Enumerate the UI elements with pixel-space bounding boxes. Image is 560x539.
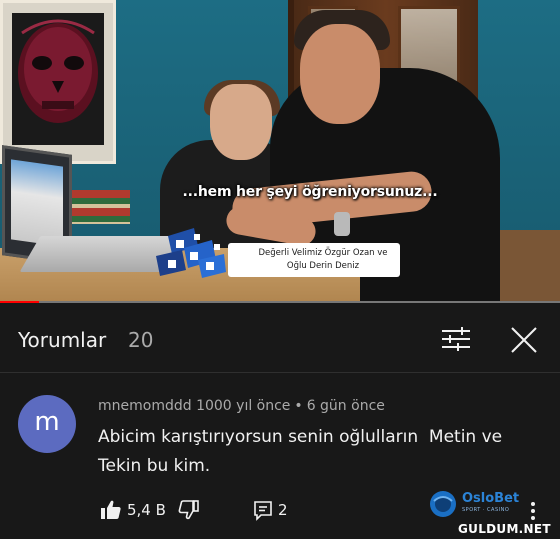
brand-name: OsloBet — [462, 491, 520, 506]
comment-meta: mnemomddd 1000 yıl önce • 6 gün önce — [98, 398, 385, 414]
dislike-button[interactable] — [178, 499, 200, 521]
comment-time: 6 gün önce — [306, 398, 385, 414]
meta-separator: • — [294, 398, 303, 414]
close-icon — [511, 327, 537, 353]
boy-head — [210, 84, 272, 160]
sliders-icon — [442, 327, 470, 351]
video-subtitle: ...hem her şeyi öğreniyorsunuz... — [182, 184, 438, 200]
comments-count: 20 — [128, 328, 154, 352]
comment-author[interactable]: mnemomddd 1000 yıl önce — [98, 398, 290, 414]
man-head — [300, 24, 380, 124]
comment-text: Abicim karıştırıyorsun senin oğlulların … — [98, 427, 508, 476]
reply-count: 2 — [278, 501, 288, 519]
comments-header: Yorumlar 20 — [0, 303, 560, 373]
wall-poster — [0, 0, 116, 164]
thumbs-down-icon — [178, 500, 199, 520]
avatar[interactable]: m — [18, 395, 76, 453]
brand-watermark: OsloBet SPORT · CASINO — [428, 489, 528, 519]
brand-logo-icon — [430, 491, 456, 517]
sort-filter-button[interactable] — [436, 323, 476, 355]
school-logo-icon — [156, 228, 226, 278]
lower-third: Değerli Velimiz Özgür Ozan ve Oğlu Derin… — [150, 224, 410, 278]
laptop-display — [11, 159, 63, 247]
thumbs-up-icon — [101, 500, 121, 519]
video-player[interactable]: ...hem her şeyi öğreniyorsunuz... Değerl… — [0, 0, 560, 303]
like-count: 5,4 B — [127, 501, 166, 519]
reply-button[interactable] — [252, 500, 274, 522]
caption-line-1: Değerli Velimiz Özgür Ozan ve — [258, 248, 388, 258]
brand-tagline: SPORT · CASINO — [462, 507, 510, 513]
skull-art-image — [12, 13, 104, 145]
chair — [498, 230, 560, 303]
site-watermark: GULDUM.NET — [458, 522, 551, 536]
comments-title: Yorumlar — [18, 328, 107, 352]
close-button[interactable] — [504, 321, 544, 359]
caption-line-2: Oğlu Derin Deniz — [286, 261, 360, 271]
like-button[interactable] — [100, 499, 122, 521]
reply-comment-icon — [254, 501, 272, 521]
